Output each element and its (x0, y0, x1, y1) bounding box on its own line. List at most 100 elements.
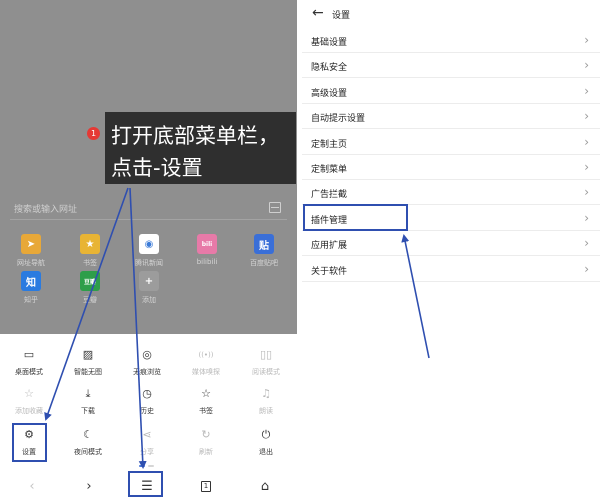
chevron-right-icon: › (584, 210, 589, 225)
chevron-right-icon: › (584, 109, 589, 124)
desktop-icon: ▭ (23, 348, 35, 361)
settings-item-label: 关于软件 (311, 266, 348, 277)
tabs-count: 1 (201, 480, 211, 492)
chevron-right-icon: › (584, 134, 589, 149)
tencent-news-icon: ◉ (139, 234, 159, 254)
quick-link[interactable]: 知知乎 (9, 271, 53, 305)
menu-item-label: 桌面模式 (15, 368, 43, 376)
settings-item[interactable]: 定制菜单 › (302, 155, 600, 180)
page-indicator (139, 465, 159, 468)
quick-link-label: 知乎 (24, 296, 38, 304)
highlight-menu-button (128, 471, 163, 497)
highlight-plugin-management (303, 204, 408, 231)
zhihu-icon: 知 (21, 271, 41, 291)
step-badge: 1 (87, 127, 100, 140)
settings-item-label: 广告拦截 (311, 190, 348, 201)
chevron-right-icon: › (584, 83, 589, 98)
plus-icon: + (139, 271, 159, 291)
chevron-right-icon: › (584, 33, 589, 47)
menu-item[interactable]: ⋖ 分享 (118, 428, 176, 457)
chevron-right-icon: › (584, 160, 589, 174)
moon-icon: ☾ (83, 428, 93, 441)
home-icon[interactable]: ⌂ (256, 477, 274, 495)
page-dot-active (139, 465, 145, 467)
back-arrow-icon[interactable]: ← (312, 5, 324, 21)
quick-link-label: 豆瓣 (83, 296, 97, 304)
star-outline-icon: ☆ (24, 387, 34, 400)
settings-item[interactable]: 隐私安全 › (302, 53, 600, 79)
menu-item[interactable]: ☆ 书签 (177, 387, 235, 416)
star-icon: ★ (80, 234, 100, 254)
menu-item[interactable]: ◎ 无痕浏览 (118, 348, 176, 377)
quick-link[interactable]: + 添加 (127, 271, 171, 305)
tabs-button[interactable]: 1 (197, 477, 215, 495)
page-dot (148, 465, 154, 467)
media-sniff-icon: ((•)) (198, 351, 214, 359)
menu-item[interactable]: ▯▯ 阅读模式 (237, 348, 295, 377)
settings-item[interactable]: 关于软件 › (302, 257, 600, 282)
history-clock-icon: ◷ (142, 387, 152, 400)
menu-item-label: 智能无图 (74, 368, 102, 376)
quick-link[interactable]: 贴百度贴吧 (242, 234, 286, 268)
menu-item-label: 无痕浏览 (133, 368, 161, 376)
menu-item[interactable]: ♫ 朗读 (237, 387, 295, 416)
settings-item-label: 应用扩展 (311, 241, 348, 252)
settings-item-label: 定制主页 (311, 139, 348, 150)
chevron-right-icon: › (584, 185, 589, 200)
settings-item-label: 自动提示设置 (311, 114, 366, 125)
bilibili-icon: bili (197, 234, 217, 254)
menu-item-label: 分享 (140, 448, 154, 456)
quick-link-label: 添加 (142, 296, 156, 304)
quick-link[interactable]: ★ 书签 (68, 234, 112, 268)
forward-icon[interactable]: › (80, 477, 98, 495)
bookmark-star-icon: ☆ (201, 387, 211, 400)
quick-link[interactable]: bili bilibili (185, 234, 229, 266)
settings-screen: ← 设置 基础设置 › 隐私安全 › 高级设置 › 自动提示设置 › 定制主页 › 定制菜单 › 广告拦… (302, 0, 600, 499)
settings-item-label: 隐私安全 (311, 63, 348, 74)
menu-item[interactable]: ⤓ 下载 (59, 387, 117, 416)
quick-link[interactable]: 豆瓣 豆瓣 (68, 271, 112, 305)
menu-item[interactable]: ☆ 添加收藏 (0, 387, 58, 416)
quick-link[interactable]: ➤ 网址导航 (9, 234, 53, 268)
quick-link-label: 书签 (83, 259, 97, 267)
menu-item-label: 媒体嗅探 (192, 368, 220, 376)
settings-header: ← 设置 (302, 0, 600, 28)
navigation-arrow-icon: ➤ (21, 234, 41, 254)
chevron-right-icon: › (584, 236, 589, 251)
tieba-icon: 贴 (254, 234, 274, 254)
instruction-tip: 打开底部菜单栏， 点击-设置 (105, 112, 296, 184)
menu-item[interactable]: ◷ 历史 (118, 387, 176, 416)
settings-item[interactable]: 定制主页 › (302, 130, 600, 155)
settings-item[interactable]: 高级设置 › (302, 79, 600, 104)
settings-item[interactable]: 自动提示设置 › (302, 104, 600, 130)
search-input[interactable]: 搜索或输入网址 (10, 198, 287, 220)
highlight-settings-button (12, 423, 47, 462)
menu-item[interactable]: ☾ 夜间模式 (59, 428, 117, 457)
download-icon: ⤓ (85, 387, 91, 400)
headphones-icon: ♫ (261, 387, 271, 400)
search-placeholder: 搜索或输入网址 (14, 205, 78, 215)
douban-icon: 豆瓣 (80, 271, 100, 291)
settings-item[interactable]: 广告拦截 › (302, 180, 600, 206)
back-icon[interactable]: ‹ (23, 477, 41, 495)
quick-link-label: 百度贴吧 (250, 259, 278, 267)
incognito-eye-icon: ◎ (142, 348, 152, 361)
quick-link-label: 网址导航 (17, 259, 45, 267)
settings-item[interactable]: 基础设置 › (302, 28, 600, 53)
share-icon: ⋖ (142, 428, 152, 441)
menu-item-label: 朗读 (259, 407, 273, 415)
menu-item[interactable]: ▨ 智能无图 (59, 348, 117, 377)
menu-item-label: 刷新 (199, 448, 213, 456)
scan-icon[interactable] (269, 202, 281, 213)
menu-item-label: 历史 (140, 407, 154, 415)
settings-item[interactable]: 应用扩展 › (302, 231, 600, 257)
settings-item-label: 定制菜单 (311, 165, 348, 175)
menu-item[interactable]: ((•)) 媒体嗅探 (177, 348, 235, 377)
menu-item-label: 下载 (81, 407, 95, 415)
menu-item[interactable]: ↻ 刷新 (177, 428, 235, 457)
quick-link[interactable]: ◉ 腾讯新闻 (127, 234, 171, 268)
quick-link-label: bilibili (196, 258, 218, 266)
no-image-icon: ▨ (82, 348, 94, 361)
menu-item[interactable]: ⏻ 退出 (237, 428, 295, 457)
menu-item[interactable]: ▭ 桌面模式 (0, 348, 58, 377)
